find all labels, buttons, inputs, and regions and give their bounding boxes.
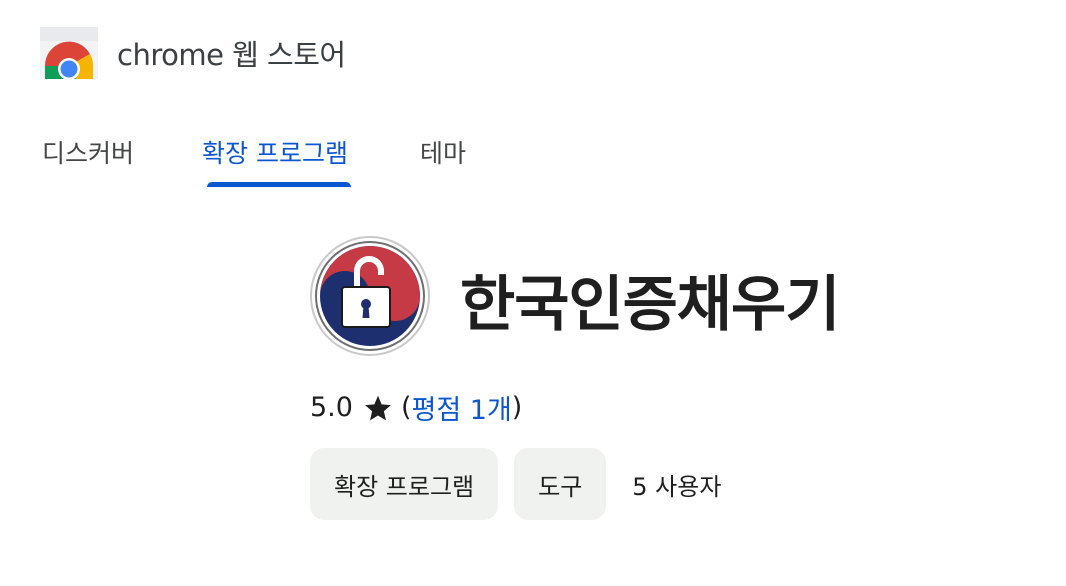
rating-count-link[interactable]: 평점 1개 <box>412 388 512 427</box>
active-tab-indicator <box>207 182 351 187</box>
chip-tools-category[interactable]: 도구 <box>514 448 607 520</box>
tab-themes[interactable]: 테마 <box>420 134 466 170</box>
category-chips: 확장 프로그램 도구 5 사용자 <box>310 448 721 520</box>
chip-extension-category[interactable]: 확장 프로그램 <box>310 448 499 520</box>
tab-extensions[interactable]: 확장 프로그램 <box>202 134 348 170</box>
extension-title: 한국인증채우기 <box>460 270 840 340</box>
user-count: 5 사용자 <box>632 472 722 501</box>
category-tabs: 디스커버 확장 프로그램 테마 <box>42 130 642 190</box>
store-title[interactable]: chrome 웹 스토어 <box>117 32 346 74</box>
rating-value: 5.0 <box>310 392 353 423</box>
unlocked-padlock-icon <box>310 236 430 356</box>
rating-open-paren: ( <box>400 392 412 423</box>
rating-summary: 5.0 (평점 1개) <box>310 388 522 427</box>
star-icon <box>365 395 391 420</box>
rating-close-paren: ) <box>511 392 523 423</box>
tab-discover[interactable]: 디스커버 <box>42 134 134 170</box>
store-header: chrome 웹 스토어 <box>40 26 346 80</box>
chrome-web-store-icon[interactable] <box>40 27 98 79</box>
